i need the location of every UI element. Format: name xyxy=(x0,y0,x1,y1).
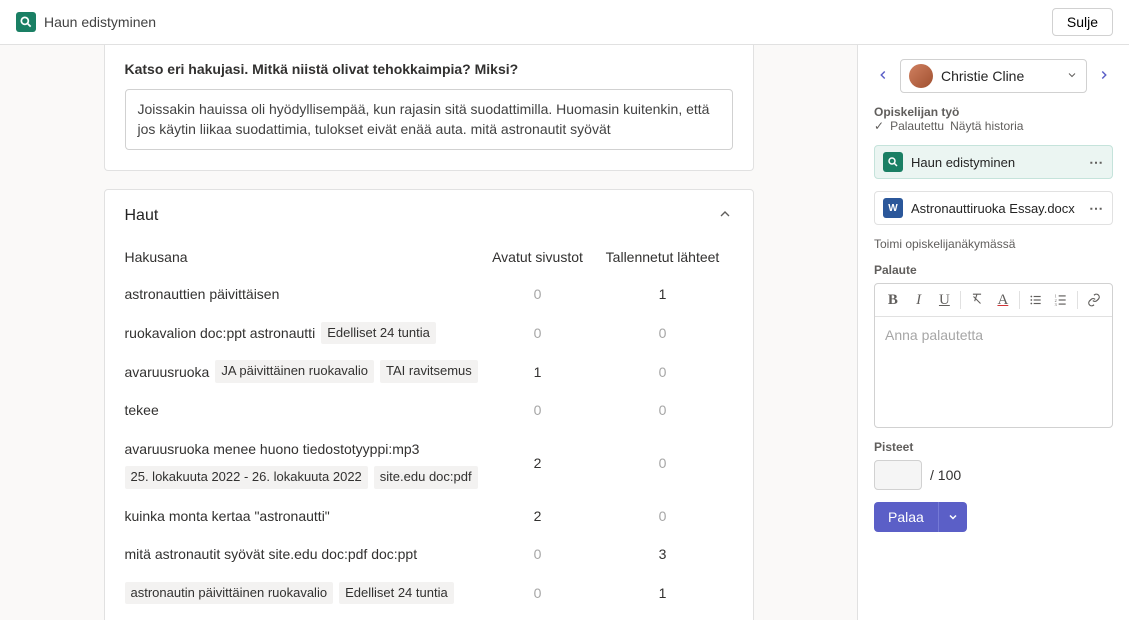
sites-count: 2 xyxy=(483,455,593,471)
search-row[interactable]: tekee 00 xyxy=(125,391,733,429)
feedback-label: Palaute xyxy=(874,263,1113,277)
search-row[interactable]: avaruusruokaJA päivittäinen ruokavalio TA… xyxy=(125,352,733,391)
link-button[interactable] xyxy=(1082,288,1106,312)
saved-count: 3 xyxy=(593,546,733,562)
col-term-header: Hakusana xyxy=(125,249,483,265)
student-selector[interactable]: Christie Cline xyxy=(900,59,1087,93)
filter-chip: TAI ravitsemus xyxy=(380,360,478,383)
underline-button[interactable]: U xyxy=(933,288,957,312)
bulleted-list-button[interactable] xyxy=(1024,288,1048,312)
search-progress-icon xyxy=(16,12,36,32)
search-term: avaruusruoka menee huono tiedostotyyppi:… xyxy=(125,438,420,460)
clear-format-button[interactable] xyxy=(965,288,989,312)
sites-count: 0 xyxy=(483,402,593,418)
saved-count: 0 xyxy=(593,325,733,341)
filter-chip: JA päivittäinen ruokavalio xyxy=(215,360,374,383)
student-name: Christie Cline xyxy=(941,68,1058,84)
table-header: Hakusana Avatut sivustot Tallennetut läh… xyxy=(125,245,733,275)
points-input[interactable] xyxy=(874,460,922,490)
col-sites-header: Avatut sivustot xyxy=(483,249,593,265)
topbar: Haun edistyminen Sulje xyxy=(0,0,1129,45)
return-button[interactable]: Palaa xyxy=(874,502,938,532)
search-row[interactable]: doc:pptViimeiset 24 tuntia astronautin p… xyxy=(125,612,733,620)
sites-count: 0 xyxy=(483,585,593,601)
sites-count: 2 xyxy=(483,508,593,524)
file-name: Astronauttiruoka Essay.docx xyxy=(911,201,1081,216)
bold-button[interactable]: B xyxy=(881,288,905,312)
chevron-down-icon xyxy=(1066,68,1078,84)
search-term: astronauttien päivittäisen xyxy=(125,283,280,305)
sites-count: 1 xyxy=(483,364,593,380)
word-icon: W xyxy=(883,198,903,218)
searches-title: Haut xyxy=(125,207,159,225)
search-row[interactable]: avaruusruoka menee huono tiedostotyyppi:… xyxy=(125,430,733,497)
points-max: / 100 xyxy=(930,467,961,483)
status-text: Palautettu xyxy=(890,119,944,133)
search-term: mitä astronautit syövät site.edu doc:pdf… xyxy=(125,543,418,565)
saved-count: 0 xyxy=(593,508,733,524)
italic-button[interactable]: I xyxy=(907,288,931,312)
search-row[interactable]: ruokavalion doc:ppt astronauttiEdelliset… xyxy=(125,314,733,353)
search-row[interactable]: astronautin päivittäinen ruokavalioEdell… xyxy=(125,574,733,613)
file-search-progress[interactable]: Haun edistyminen ⋯ xyxy=(874,145,1113,179)
file-essay-docx[interactable]: W Astronauttiruoka Essay.docx ⋯ xyxy=(874,191,1113,225)
close-button[interactable]: Sulje xyxy=(1052,8,1113,36)
saved-count: 1 xyxy=(593,286,733,302)
check-icon: ✓ xyxy=(874,119,884,133)
saved-count: 1 xyxy=(593,585,733,601)
more-icon[interactable]: ⋯ xyxy=(1089,154,1104,171)
reflection-card: Katso eri hakujasi. Mitkä niistä olivat … xyxy=(104,45,754,171)
search-term: tekee xyxy=(125,399,159,421)
filter-chip: Edelliset 24 tuntia xyxy=(321,322,436,345)
svg-text:3: 3 xyxy=(1055,302,1057,307)
feedback-toolbar: B I U A 123 xyxy=(875,284,1112,317)
prev-student-button[interactable] xyxy=(874,66,892,87)
searches-card: Haut Hakusana Avatut sivustot Tallennetu… xyxy=(104,189,754,620)
sites-count: 0 xyxy=(483,546,593,562)
sidebar: Christie Cline Opiskelijan työ ✓ Palaute… xyxy=(857,45,1129,620)
reflection-answer: Joissakin hauissa oli hyödyllisempää, ku… xyxy=(125,89,733,150)
sites-count: 0 xyxy=(483,286,593,302)
filter-chip: 25. lokakuuta 2022 - 26. lokakuuta 2022 xyxy=(125,466,368,489)
collapse-toggle[interactable] xyxy=(717,206,733,225)
show-history-link[interactable]: Näytä historia xyxy=(950,119,1023,133)
search-row[interactable]: mitä astronautit syövät site.edu doc:pdf… xyxy=(125,535,733,573)
filter-chip: site.edu doc:pdf xyxy=(374,466,478,489)
page-title: Haun edistyminen xyxy=(44,14,156,30)
search-term: kuinka monta kertaa "astronautti" xyxy=(125,505,330,527)
feedback-editor[interactable]: B I U A 123 xyxy=(874,283,1113,428)
font-color-button[interactable]: A xyxy=(991,288,1015,312)
points-label: Pisteet xyxy=(874,440,1113,454)
reflection-question: Katso eri hakujasi. Mitkä niistä olivat … xyxy=(125,61,733,77)
saved-count: 0 xyxy=(593,402,733,418)
saved-count: 0 xyxy=(593,455,733,471)
return-split-button[interactable] xyxy=(938,502,967,532)
next-student-button[interactable] xyxy=(1095,66,1113,87)
file-name: Haun edistyminen xyxy=(911,155,1081,170)
col-saved-header: Tallennetut lähteet xyxy=(593,249,733,265)
avatar xyxy=(909,64,933,88)
search-row[interactable]: astronauttien päivittäisen 01 xyxy=(125,275,733,313)
act-as-student-link[interactable]: Toimi opiskelijanäkymässä xyxy=(874,237,1113,251)
search-row[interactable]: kuinka monta kertaa "astronautti" 20 xyxy=(125,497,733,535)
filter-chip: astronautin päivittäinen ruokavalio xyxy=(125,582,334,605)
feedback-textarea[interactable]: Anna palautetta xyxy=(875,317,1112,427)
saved-count: 0 xyxy=(593,364,733,380)
search-term: avaruusruoka xyxy=(125,361,210,383)
search-progress-icon xyxy=(883,152,903,172)
more-icon[interactable]: ⋯ xyxy=(1089,200,1104,217)
sites-count: 0 xyxy=(483,325,593,341)
filter-chip: Edelliset 24 tuntia xyxy=(339,582,454,605)
student-work-label: Opiskelijan työ xyxy=(874,105,1113,119)
numbered-list-button[interactable]: 123 xyxy=(1049,288,1073,312)
search-term: ruokavalion doc:ppt astronautti xyxy=(125,322,316,344)
